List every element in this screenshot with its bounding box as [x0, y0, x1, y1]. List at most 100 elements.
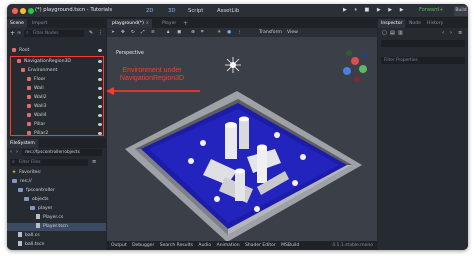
run-controls[interactable]: ▶ ⏸ ■ ▶ ▶ ▶	[343, 7, 407, 13]
ball	[300, 154, 306, 160]
move-tool-icon[interactable]: ✥	[121, 28, 125, 37]
ball	[214, 196, 220, 202]
forward-icon[interactable]: ›	[16, 149, 18, 155]
list-item-player[interactable]: player	[7, 205, 106, 213]
ball	[254, 206, 260, 212]
visibility-icon[interactable]	[98, 49, 102, 52]
perspective-label[interactable]: Perspective	[116, 51, 144, 56]
folder-icon	[30, 205, 35, 210]
list-item-player-tscn[interactable]: Player.tscn	[7, 223, 106, 231]
scale-tool-icon[interactable]: ⤢	[141, 28, 145, 37]
tab-output[interactable]: Output	[111, 243, 127, 248]
tab-node[interactable]: Node	[406, 19, 424, 28]
back-icon[interactable]: ‹	[10, 149, 12, 155]
title-bar: (*) playground.tscn - Tutorials 2D 3D Sc…	[7, 4, 468, 18]
add-tab-icon[interactable]: +	[183, 20, 188, 27]
add-node-icon[interactable]: +	[10, 30, 15, 37]
tree-item-root[interactable]: Root	[7, 47, 106, 55]
filter-properties-input[interactable]: Filter Properties	[381, 57, 465, 64]
history-list-icon[interactable]: ≡	[458, 30, 462, 36]
path-field[interactable]: res://fpscontroller/objects	[22, 149, 102, 156]
column-a	[257, 147, 267, 183]
local-space-icon[interactable]: ⊕	[191, 28, 195, 37]
save-resource-icon[interactable]: ▥	[398, 30, 403, 36]
tab-shader-editor[interactable]: Shader Editor	[245, 243, 276, 248]
open-resource-icon[interactable]: ▤	[390, 30, 395, 36]
group-icon[interactable]: ▣	[177, 28, 181, 37]
workspace-script[interactable]: Script	[185, 6, 206, 16]
list-item-favorites[interactable]: ★ Favorites:	[7, 169, 106, 177]
tab-player[interactable]: Player	[159, 19, 179, 28]
history-back-icon[interactable]: ‹	[442, 30, 444, 36]
file-tree: ★ Favorites: res:// fpscontroller objects…	[7, 169, 106, 249]
list-item-ball-cs[interactable]: ball.cs	[7, 232, 106, 240]
scene-file-icon	[18, 241, 22, 246]
scene-file-icon	[36, 223, 40, 228]
ball	[200, 140, 206, 146]
tab-scene[interactable]: Scene	[7, 19, 28, 28]
menu-icon[interactable]: ⋮	[98, 30, 103, 36]
close-window-button[interactable]	[12, 8, 18, 14]
minimize-window-button[interactable]	[20, 8, 26, 14]
environment-preview-icon[interactable]: ●	[227, 28, 231, 37]
filter-nodes-input[interactable]: Filter Nodes	[24, 30, 84, 37]
list-item-fpscontroller[interactable]: fpscontroller	[7, 187, 106, 195]
new-resource-icon[interactable]: ▢	[382, 30, 387, 36]
select-tool-icon[interactable]: ➤	[111, 28, 115, 37]
zoom-window-button[interactable]	[28, 8, 34, 14]
rotate-tool-icon[interactable]: ↻	[131, 28, 135, 37]
column-b-top	[235, 168, 245, 174]
list-item-player-cs[interactable]: Player.cs	[7, 214, 106, 222]
inspector-dock: Inspector Node History ▢ ▤ ▥ ‹ › ≡ Filte…	[378, 19, 468, 250]
lock-icon[interactable]: 🔒︎	[167, 28, 169, 37]
viewport-area: playground(*) × Player + ➤ ✥ ↻ ⤢ ≡ 🔒︎ ▣ …	[107, 19, 377, 250]
sun-preview-icon[interactable]: ☀	[217, 28, 221, 37]
file-icon	[18, 232, 22, 237]
list-item-objects[interactable]: objects	[7, 196, 106, 204]
tab-filesystem[interactable]: FileSystem	[7, 139, 38, 148]
close-tab-icon[interactable]: ×	[145, 21, 149, 26]
object-selector[interactable]	[381, 40, 465, 47]
workspace-2d[interactable]: 2D	[143, 6, 156, 16]
script-icon[interactable]: ✎	[89, 30, 93, 36]
folder-icon	[12, 178, 17, 183]
annotation-highlight-box	[10, 56, 104, 136]
tab-search-results[interactable]: Search Results	[160, 243, 193, 248]
list-item-res[interactable]: res://	[7, 178, 106, 186]
list-tool-icon[interactable]: ≡	[151, 28, 155, 37]
renderer-select[interactable]: Forward+	[419, 7, 443, 13]
pillar-2-top	[239, 116, 249, 122]
pillar-1-top	[225, 122, 237, 128]
build-button[interactable]: Build	[454, 6, 468, 16]
snap-icon[interactable]: ⌗	[201, 28, 204, 37]
node3d-icon	[12, 47, 16, 52]
search-icon: ⌕	[12, 159, 15, 165]
workspace-assetlib[interactable]: AssetLib	[214, 6, 242, 16]
more-icon[interactable]: ⋮	[237, 28, 242, 37]
column-b	[235, 171, 245, 201]
pillar-2	[239, 119, 249, 149]
annotation-arrow	[106, 87, 200, 95]
directional-light-gizmo	[225, 57, 241, 73]
link-icon[interactable]: ∞	[17, 30, 21, 36]
version-label: 4.1.1.stable.mono	[332, 243, 373, 248]
folder-icon	[18, 187, 23, 192]
filter-files-input[interactable]: Filter Files	[10, 159, 88, 166]
tab-animation[interactable]: Animation	[217, 243, 240, 248]
tab-debugger[interactable]: Debugger	[132, 243, 154, 248]
history-forward-icon[interactable]: ›	[450, 30, 452, 36]
filesystem-dock: FileSystem ‹ › res://fpscontroller/objec…	[7, 139, 106, 250]
tab-import[interactable]: Import	[29, 19, 50, 28]
tab-inspector[interactable]: Inspector	[378, 19, 406, 28]
transform-menu[interactable]: Transform	[259, 28, 282, 37]
ball	[188, 158, 194, 164]
tab-history[interactable]: History	[424, 19, 446, 28]
workspace-3d[interactable]: 3D	[165, 6, 178, 16]
list-item-ball-tscn[interactable]: ball.tscn	[7, 241, 106, 249]
tab-audio[interactable]: Audio	[198, 243, 211, 248]
tab-msbuild[interactable]: MSBuild	[281, 243, 299, 248]
sort-icon[interactable]: ≡	[92, 159, 96, 165]
tab-playground[interactable]: playground(*) ×	[107, 19, 153, 28]
view-menu[interactable]: View	[287, 28, 298, 37]
window-title: (*) playground.tscn - Tutorials	[35, 7, 113, 13]
